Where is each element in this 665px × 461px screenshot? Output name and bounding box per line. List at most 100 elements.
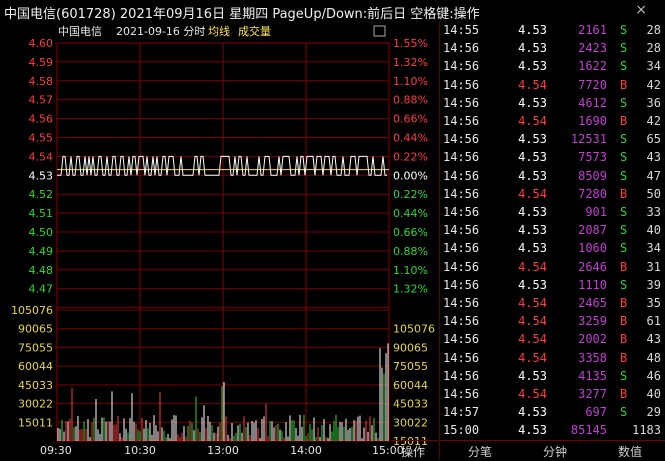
title-bar: 中国电信(601728) 2021年09月16日 星期四 PageUp/Down…: [0, 0, 665, 22]
trade-time: 14:56: [443, 59, 480, 74]
trade-volume: 8509: [578, 168, 607, 183]
trade-row[interactable]: 14:56 4.54 7720 B 42: [440, 77, 665, 95]
vol-tick: 45033: [18, 379, 53, 392]
trade-volume: 1110: [578, 277, 607, 292]
time-tick: 13:00: [207, 444, 239, 457]
trade-price: 4.54: [518, 77, 547, 92]
price-tick: 4.51: [29, 207, 54, 220]
ops-label: 操作: [401, 445, 426, 459]
trade-volume: 2161: [578, 23, 607, 37]
trade-side: S: [620, 277, 628, 292]
trade-count: 29: [646, 405, 661, 420]
pct-tick: 0.66%: [393, 226, 428, 239]
trade-row[interactable]: 14:56 4.54 2646 B 31: [440, 259, 665, 277]
trade-side: B: [620, 114, 628, 128]
trade-row[interactable]: 14:56 4.54 2465 B 35: [440, 295, 665, 313]
trade-row[interactable]: 14:56 4.53 4135 S 46: [440, 368, 665, 386]
trade-price: 4.54: [518, 296, 547, 310]
trade-count: 28: [646, 41, 661, 56]
price-tick: 4.54: [29, 150, 54, 163]
trade-row[interactable]: 14:56 4.54 3358 B 48: [440, 350, 665, 368]
trade-time: 14:56: [443, 296, 480, 310]
price-tick: 4.60: [29, 37, 54, 50]
trade-price: 4.53: [518, 95, 547, 110]
trade-price: 4.54: [518, 114, 547, 128]
pct-tick: 0.22%: [393, 150, 428, 163]
trade-row[interactable]: 14:56 4.53 1622 S 34: [440, 58, 665, 76]
price-tick: 4.47: [29, 283, 54, 296]
trade-price: 4.54: [518, 259, 547, 274]
trade-price: 4.54: [518, 350, 547, 365]
trade-row[interactable]: 14:56 4.53 12531 S 65: [440, 131, 665, 149]
trade-row[interactable]: 14:56 4.54 2002 B 43: [440, 331, 665, 349]
trade-volume: 1622: [578, 59, 607, 74]
vol-tick-right: 30022: [393, 416, 428, 429]
trade-side: B: [620, 186, 628, 201]
trade-time: 15:00: [443, 423, 480, 438]
trade-row[interactable]: 14:56 4.54 3277 B 40: [440, 386, 665, 404]
tab-2[interactable]: 数值: [602, 443, 658, 460]
pct-tick: 1.55%: [393, 37, 428, 50]
trade-price: 4.53: [518, 168, 547, 183]
trade-count: 48: [646, 350, 661, 365]
trade-count: 43: [646, 150, 661, 165]
intraday-chart: 中国电信 2021-09-16 分时 均线 成交量 4.60 1.55% 4.59 1.32%…: [0, 22, 440, 460]
tab-1[interactable]: 分钟: [527, 443, 583, 460]
trade-row[interactable]: 14:56 4.53 2087 S 40: [440, 222, 665, 240]
pct-tick: 0.44%: [393, 207, 428, 220]
price-line: [57, 155, 387, 176]
trade-side: S: [620, 223, 628, 238]
pct-tick: 1.10%: [393, 75, 428, 88]
trade-time: 14:55: [443, 23, 480, 37]
pct-tick: 0.66%: [393, 113, 428, 126]
trade-row[interactable]: 14:56 4.53 7573 S 43: [440, 149, 665, 167]
trade-time: 14:56: [443, 387, 480, 401]
trade-row[interactable]: 14:56 4.53 4612 S 36: [440, 95, 665, 113]
trade-row[interactable]: 14:56 4.53 901 S 33: [440, 204, 665, 222]
trade-side: S: [620, 41, 628, 56]
time-tick: 09:30: [40, 444, 72, 457]
trade-row[interactable]: 14:56 4.54 3259 B 61: [440, 313, 665, 331]
trade-time: 14:56: [443, 132, 480, 147]
tab-0[interactable]: 分笔: [452, 443, 508, 460]
trade-count: 1183: [632, 423, 661, 438]
trade-count: 50: [646, 186, 661, 201]
trade-count: 35: [646, 296, 661, 310]
vol-tick-right: 105076: [393, 323, 435, 336]
trade-price: 4.53: [518, 41, 547, 56]
ops-button[interactable]: 操作: [391, 440, 438, 461]
trade-row[interactable]: 14:56 4.53 2423 S 28: [440, 40, 665, 58]
trade-row[interactable]: 14:56 4.53 8509 S 47: [440, 168, 665, 186]
trade-count: 47: [646, 168, 661, 183]
trade-price: 4.53: [518, 223, 547, 238]
trade-volume: 7720: [578, 77, 607, 92]
vol-tick-right: 60044: [393, 379, 428, 392]
trade-price: 4.53: [518, 368, 547, 383]
trade-row[interactable]: 14:56 4.54 1690 B 42: [440, 113, 665, 131]
trade-row[interactable]: 14:57 4.53 697 S 29: [440, 404, 665, 422]
trade-side: B: [620, 350, 628, 365]
trade-price: 4.53: [518, 277, 547, 292]
trade-volume: 3277: [578, 387, 607, 401]
trade-time: 14:56: [443, 77, 480, 92]
pct-tick: 0.22%: [393, 188, 428, 201]
trade-row[interactable]: 14:56 4.54 7280 B 50: [440, 186, 665, 204]
close-icon[interactable]: ×: [635, 2, 647, 18]
trade-row[interactable]: 15:00 4.53 85145 1183: [440, 422, 665, 440]
vol-tick: 60044: [18, 360, 53, 373]
trade-time: 14:56: [443, 259, 480, 274]
trade-count: 40: [646, 223, 661, 238]
trade-time: 14:57: [443, 405, 480, 420]
trade-row[interactable]: 14:56 4.53 1060 S 34: [440, 240, 665, 258]
trade-row[interactable]: 14:56 4.53 1110 S 39: [440, 277, 665, 295]
trade-side: B: [620, 259, 628, 274]
trade-row[interactable]: 14:55 4.53 2161 S 28: [440, 22, 665, 40]
toggle-icon[interactable]: [373, 25, 386, 37]
trade-time: 14:56: [443, 332, 480, 347]
trade-side: S: [620, 95, 628, 110]
trade-count: 42: [646, 114, 661, 128]
trade-volume: 697: [585, 405, 607, 420]
trade-count: 61: [646, 314, 661, 329]
trade-time: 14:56: [443, 186, 480, 201]
trade-volume: 7573: [578, 150, 607, 165]
